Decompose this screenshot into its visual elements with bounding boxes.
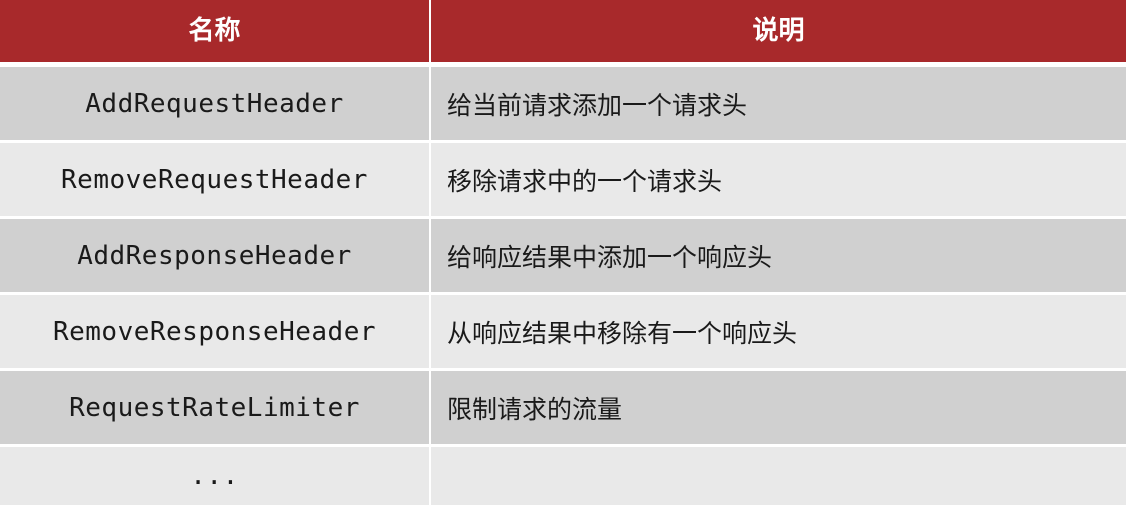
empty-description-cell xyxy=(430,446,1126,505)
filter-description-cell: 限制请求的流量 xyxy=(430,370,1126,446)
filter-name-cell: RemoveRequestHeader xyxy=(0,142,430,218)
header-row: 名称 说明 xyxy=(0,0,1126,65)
table-row: RemoveRequestHeader 移除请求中的一个请求头 xyxy=(0,142,1126,218)
filter-description-cell: 从响应结果中移除有一个响应头 xyxy=(430,294,1126,370)
filter-description-cell: 给当前请求添加一个请求头 xyxy=(430,65,1126,142)
column-header-name: 名称 xyxy=(0,0,430,65)
filter-name-cell: RequestRateLimiter xyxy=(0,370,430,446)
table-row: AddResponseHeader 给响应结果中添加一个响应头 xyxy=(0,218,1126,294)
filter-name-cell: AddResponseHeader xyxy=(0,218,430,294)
filter-description-cell: 给响应结果中添加一个响应头 xyxy=(430,218,1126,294)
column-header-description: 说明 xyxy=(430,0,1126,65)
filter-description-cell: 移除请求中的一个请求头 xyxy=(430,142,1126,218)
table-body: AddRequestHeader 给当前请求添加一个请求头 RemoveRequ… xyxy=(0,65,1126,505)
filter-name-cell: AddRequestHeader xyxy=(0,65,430,142)
table-row: AddRequestHeader 给当前请求添加一个请求头 xyxy=(0,65,1126,142)
ellipsis-cell: ... xyxy=(0,446,430,505)
table-row: RemoveResponseHeader 从响应结果中移除有一个响应头 xyxy=(0,294,1126,370)
table-row-ellipsis: ... xyxy=(0,446,1126,505)
filter-name-cell: RemoveResponseHeader xyxy=(0,294,430,370)
table-row: RequestRateLimiter 限制请求的流量 xyxy=(0,370,1126,446)
table-header: 名称 说明 xyxy=(0,0,1126,65)
gateway-filter-table: 名称 说明 AddRequestHeader 给当前请求添加一个请求头 Remo… xyxy=(0,0,1126,505)
